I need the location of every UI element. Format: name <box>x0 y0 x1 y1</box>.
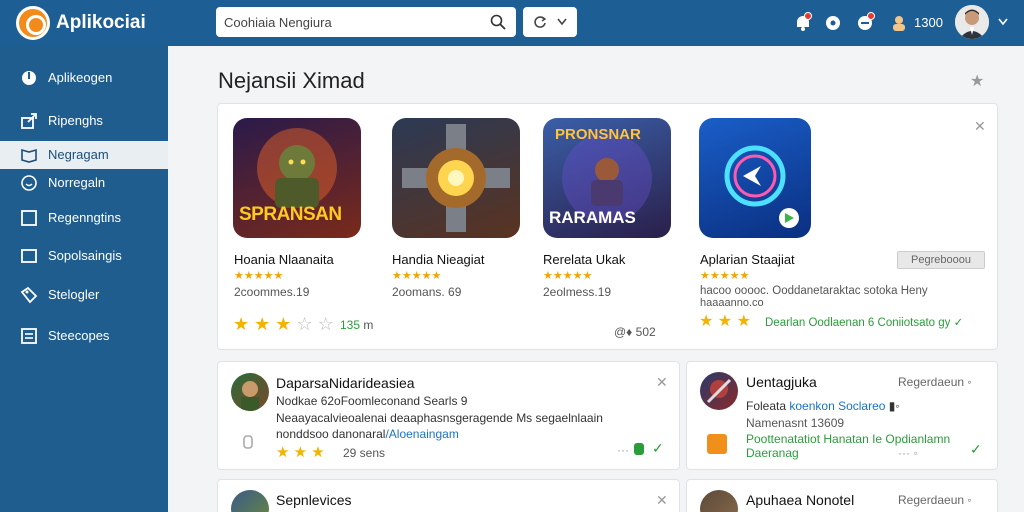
close-icon[interactable]: ✕ <box>974 118 986 135</box>
mini-rating-stars: ★★★★★ <box>234 270 284 282</box>
sidebar-item-regenngtins[interactable]: Regenngtins <box>0 204 168 232</box>
rating-stars[interactable]: ★ ★ ★ <box>276 443 325 461</box>
sidebar-item-label: Regenngtins <box>48 210 121 225</box>
app-name: Handia Nieagiat <box>392 252 485 267</box>
card-register-label[interactable]: Regerdaeun ◦ <box>898 375 972 389</box>
app-icon-rerelata[interactable]: PRONSNAR RARAMAS <box>543 118 671 238</box>
board-icon <box>21 328 37 344</box>
sidebar-item-negragam[interactable]: Negragam <box>0 141 168 169</box>
app-name: Aplarian Staajiat <box>700 252 795 267</box>
sidebar-item-label: Aplikeogen <box>48 70 113 85</box>
sidebar-item-ripenghs[interactable]: Ripenghs <box>0 107 168 135</box>
sidebar-item-steecopes[interactable]: Steecopes <box>0 322 168 350</box>
mini-rating-stars: ★★★★★ <box>543 270 593 282</box>
card-line: Namenasnt 13609 <box>746 416 845 430</box>
app-icon-hoania[interactable]: SPRANSAN <box>233 118 361 238</box>
check-icon: ✓ <box>970 441 982 457</box>
card-title: Apuhaea Nonotel <box>746 492 855 508</box>
card-status-text: Daeranag <box>746 446 799 460</box>
card-status-text: Poottenatatiot Hanatan Ie Opdianlamn <box>746 432 951 446</box>
app-title: Aplikociai <box>56 12 146 33</box>
rating-stars[interactable]: ★ ★ ★ <box>699 311 751 331</box>
sidebar-item-label: Norregaln <box>48 175 106 190</box>
filter-dropdown-button[interactable] <box>523 7 577 37</box>
favorite-star-icon[interactable]: ★ <box>970 71 984 91</box>
messages-badge <box>867 12 875 20</box>
card-title: Sepnlevices <box>276 492 352 508</box>
rating-stars[interactable]: ★ ★ ★ ☆ ☆ <box>233 314 334 335</box>
chevron-down-icon <box>557 18 567 26</box>
app-icon-handia[interactable] <box>392 118 520 238</box>
card-line: Foleata koenkon Soclareo ▮◦ <box>746 399 900 413</box>
coin-balance: 1300 <box>914 15 943 30</box>
more-dots-icon[interactable]: ··· <box>617 443 629 457</box>
user-avatar[interactable] <box>955 5 989 39</box>
rating-count: @♦ 502 <box>614 325 656 339</box>
app-meta: 2oomans. 69 <box>392 285 462 299</box>
square-icon <box>21 210 37 226</box>
sidebar-item-label: Sopolsaingis <box>48 248 122 263</box>
tag-icon <box>20 286 38 304</box>
app-meta: 2coommes.19 <box>234 285 310 299</box>
register-button[interactable]: Pegrebooou <box>897 251 985 269</box>
card-line: Nodkae 62oFoomleconand Searls 9 <box>276 394 468 408</box>
sidebar-item-label: Stelogler <box>48 287 100 302</box>
search-box[interactable] <box>216 7 516 37</box>
app-name: Rerelata Ukak <box>543 252 626 267</box>
card-title: Uentagjuka <box>746 374 817 390</box>
more-dots-icon[interactable]: ··· ◦ <box>898 446 918 460</box>
refresh-icon <box>534 16 547 28</box>
sidebar-item-label: Steecopes <box>48 328 110 343</box>
sidebar-item-norregaln[interactable]: Norregaln <box>0 169 168 197</box>
search-input[interactable] <box>224 12 484 32</box>
app-icon-aplarian[interactable] <box>699 118 811 238</box>
share-icon <box>21 113 37 129</box>
mini-rating-stars: ★★★★★ <box>700 270 750 282</box>
window-icon <box>21 249 37 263</box>
mini-rating-stars: ★★★★★ <box>392 270 442 282</box>
close-icon[interactable]: ✕ <box>656 374 668 391</box>
card-register-label[interactable]: Regerdaeun ◦ <box>898 493 972 507</box>
app-name: Hoania Nlaanaita <box>234 252 334 267</box>
user-coins-icon <box>893 16 905 31</box>
app-meta-secondary: haaaanno.co <box>700 297 764 309</box>
status-badge <box>634 443 644 455</box>
close-icon[interactable]: ✕ <box>656 492 668 509</box>
app-icon-label: SPRANSAN <box>239 204 342 225</box>
sidebar-item-stelogler[interactable]: Stelogler <box>0 281 168 309</box>
sidebar-item-sopolsaingis[interactable]: Sopolsaingis <box>0 242 168 270</box>
rating-count: 135 m <box>340 318 374 332</box>
help-icon[interactable] <box>822 12 844 34</box>
card-link[interactable]: /Aloenaingam <box>385 427 458 441</box>
notification-badge <box>804 12 812 20</box>
top-bar: Aplikociai 1300 <box>0 0 1024 46</box>
face-icon <box>21 175 37 191</box>
search-icon[interactable] <box>490 14 506 30</box>
sidebar-item-label: Ripenghs <box>48 113 103 128</box>
app-badge-icon <box>707 434 727 454</box>
section-title: Nejansii Ximad <box>218 68 365 93</box>
app-status-text: Dearlan Oodlaenan 6 Coniiotsato gy ✓ <box>765 317 964 329</box>
card-line: nonddsoo danonaral/Aloenaingam <box>276 427 459 441</box>
sidebar-item-aplikeogen[interactable]: Aplikeogen <box>0 64 168 92</box>
app-icon-label: RARAMAS <box>549 208 636 227</box>
card-title: DaparsaNidarideasiea <box>276 375 415 391</box>
card-line: Neaayacalvieoalenai deaaphasnsgeragende … <box>276 411 603 425</box>
clip-icon <box>243 435 253 449</box>
card-avatar <box>700 372 738 410</box>
card-avatar <box>231 373 269 411</box>
app-icon-title: PRONSNAR <box>555 126 641 143</box>
book-icon <box>21 148 37 163</box>
check-icon: ✓ <box>652 440 664 456</box>
sidebar: Aplikeogen Ripenghs Negragam Norregaln R… <box>0 46 168 512</box>
app-meta: hacoo ooooc. Ooddanetaraktac sotoka Heny <box>700 285 928 297</box>
account-menu-chevron-icon[interactable] <box>998 18 1008 26</box>
app-logo[interactable] <box>16 6 50 40</box>
power-icon <box>22 71 36 85</box>
card-count: 29 sens <box>343 446 386 460</box>
app-meta: 2eolmess.19 <box>543 285 612 299</box>
sidebar-item-label: Negragam <box>48 147 109 162</box>
